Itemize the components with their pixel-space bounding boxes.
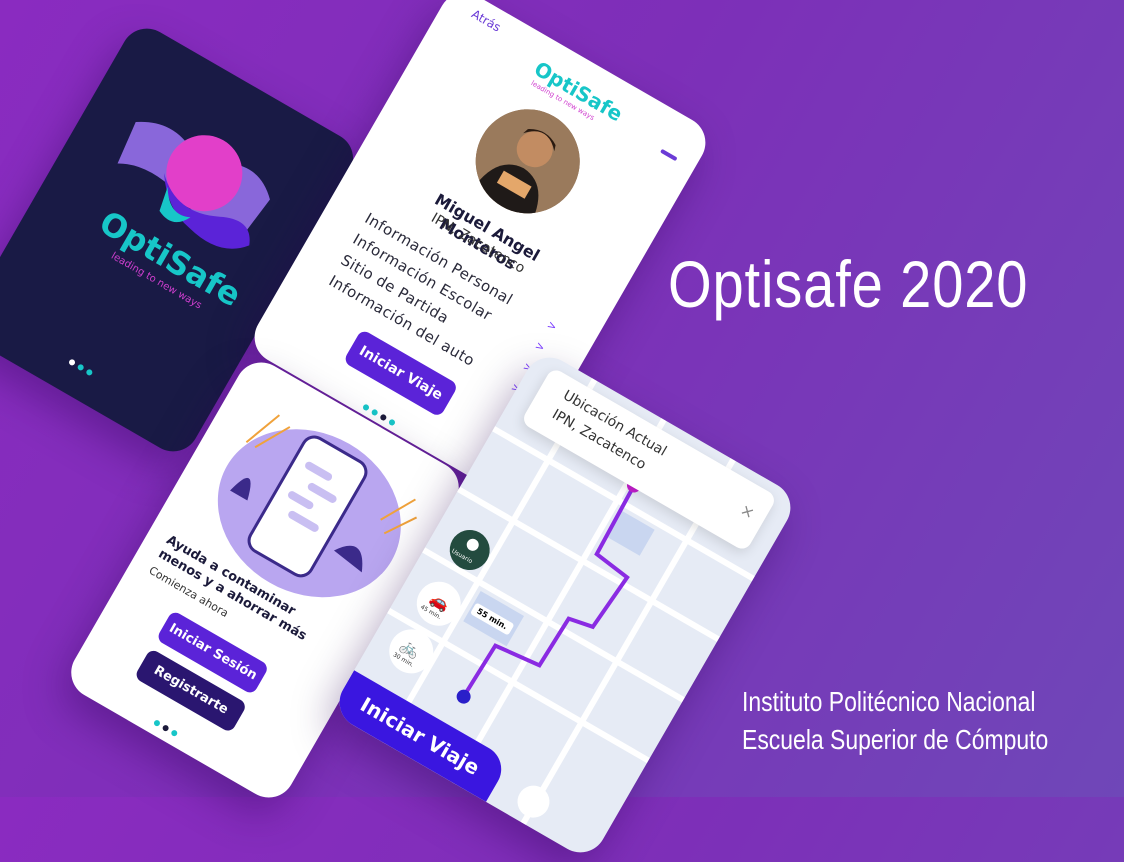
back-link[interactable]: Atrás	[469, 7, 503, 35]
institution-line-1: Instituto Politécnico Nacional	[742, 686, 1036, 717]
close-icon[interactable]: ×	[737, 500, 758, 523]
pager-dots	[66, 351, 101, 382]
edit-icon[interactable]	[659, 148, 678, 162]
page-title: Optisafe 2020	[668, 247, 1029, 321]
pager-dots	[151, 711, 186, 742]
institution-line-2: Escuela Superior de Cómputo	[742, 724, 1049, 755]
user-icon	[464, 536, 481, 553]
